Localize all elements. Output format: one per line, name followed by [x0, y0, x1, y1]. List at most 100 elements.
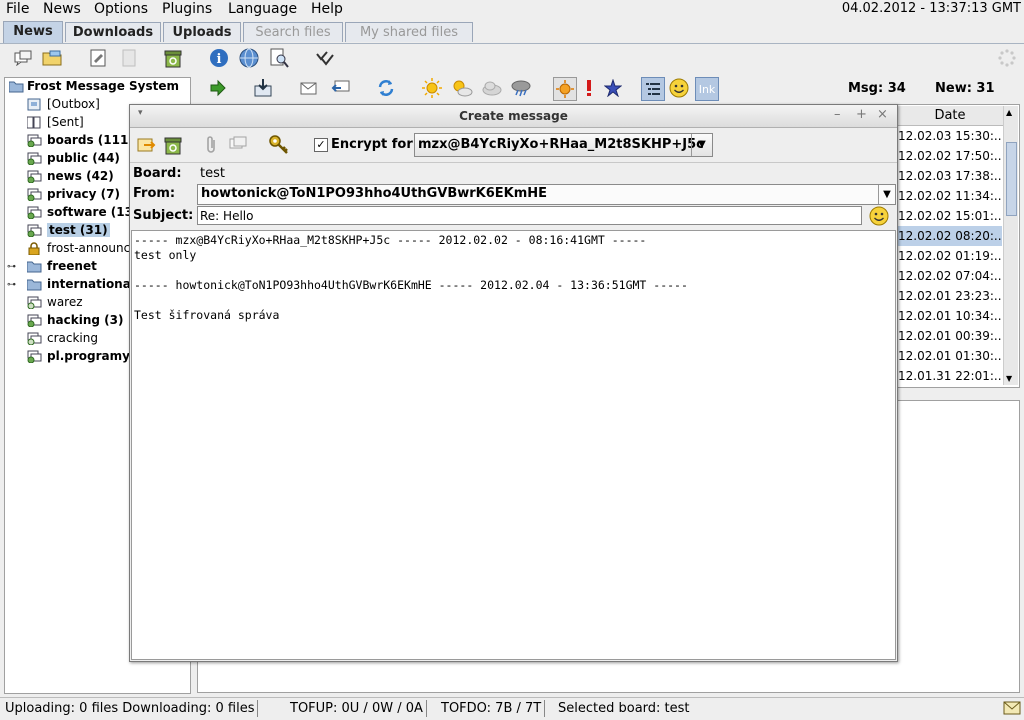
flag-important-icon[interactable]	[553, 77, 577, 101]
exclamation-icon[interactable]	[578, 77, 600, 99]
svg-text:Ink: Ink	[699, 83, 716, 96]
tree-root[interactable]: Frost Message System	[5, 78, 188, 96]
from-label: From:	[133, 186, 176, 201]
chevron-down-icon[interactable]: ▼	[691, 134, 712, 156]
encrypt-checkbox[interactable]: ✓	[314, 138, 328, 152]
close-icon[interactable]: ×	[877, 107, 888, 122]
column-header-date[interactable]: Date	[897, 106, 1003, 126]
tree-item-label: privacy (7)	[47, 187, 120, 201]
board-icon	[27, 332, 42, 346]
document-disabled-icon[interactable]	[118, 47, 140, 69]
from-chevron-down-icon[interactable]: ▼	[878, 185, 895, 204]
insert-smiley-icon[interactable]	[868, 205, 890, 227]
subject-label: Subject:	[133, 208, 194, 223]
folder-icon	[26, 278, 42, 291]
minimize-icon[interactable]: –	[834, 107, 841, 122]
attach-file-icon[interactable]	[200, 134, 222, 156]
tree-item-label: public (44)	[47, 151, 120, 165]
board-icon	[27, 206, 42, 220]
scroll-down-arrow-icon[interactable]: ▼	[1006, 374, 1012, 383]
menu-plugins[interactable]: Plugins	[162, 1, 212, 17]
info-icon[interactable]: i	[208, 47, 230, 69]
refresh-icon[interactable]	[375, 77, 397, 99]
table-row-date[interactable]: 12.02.02 08:20:...	[898, 226, 1002, 246]
folder-icon[interactable]	[41, 47, 63, 69]
table-row-date[interactable]: 12.02.02 17:50:...	[898, 146, 1002, 166]
tree-item-label: frost-announc	[47, 241, 131, 255]
thread-view-icon[interactable]	[641, 77, 665, 101]
body-line: ----- mzx@B4YcRiyXo+RHaa_M2t8SKHP+J5c --…	[134, 233, 647, 247]
weather-partly-cloudy-icon[interactable]	[451, 77, 473, 99]
table-row-date[interactable]: 12.02.01 10:34:...	[898, 306, 1002, 326]
table-row-date[interactable]: 12.02.02 01:19:...	[898, 246, 1002, 266]
encrypt-recipient-value: mzx@B4YcRiyXo+RHaa_M2t8SKHP+J5c	[418, 137, 704, 152]
new-message-icon[interactable]	[12, 47, 34, 69]
document-edit-icon[interactable]	[87, 47, 109, 69]
tab-search-files[interactable]: Search files	[243, 22, 343, 42]
table-row-date[interactable]: 12.02.02 15:01:...	[898, 206, 1002, 226]
send-message-icon[interactable]	[135, 134, 157, 156]
table-row-date[interactable]: 12.02.03 17:38:...	[898, 166, 1002, 186]
scrollbar-thumb[interactable]	[1006, 142, 1017, 216]
dialog-titlebar[interactable]: ▾ Create message – + ×	[130, 105, 897, 128]
trash-icon[interactable]	[162, 47, 184, 69]
board-icon	[27, 188, 42, 202]
table-row-date[interactable]: 12.02.01 23:23:...	[898, 286, 1002, 306]
tree-item-label: pl.programy	[47, 349, 130, 363]
tab-my-shared-files[interactable]: My shared files	[345, 22, 473, 42]
message-body-textarea[interactable]: ----- mzx@B4YcRiyXo+RHaa_M2t8SKHP+J5c --…	[131, 230, 896, 660]
expand-handle-icon[interactable]: ⊶	[7, 280, 16, 290]
board-icon	[27, 170, 42, 184]
tree-item-label: [Sent]	[47, 115, 84, 129]
globe-icon[interactable]	[238, 47, 260, 69]
tab-uploads[interactable]: Uploads	[163, 22, 241, 42]
weather-sunny-icon[interactable]	[421, 77, 443, 99]
tree-item-label: test (31)	[47, 223, 110, 237]
download-attachment-icon[interactable]	[252, 77, 274, 99]
scroll-up-arrow-icon[interactable]: ▲	[1006, 108, 1012, 117]
reply-mail-icon[interactable]	[298, 77, 320, 99]
weather-cloudy-icon[interactable]	[481, 77, 503, 99]
from-select[interactable]: howtonick@ToN1PO93hho4UthGVBwrK6EKmHE ▼	[197, 184, 896, 205]
menu-help[interactable]: Help	[311, 1, 343, 17]
menu-language[interactable]: Language	[228, 1, 297, 17]
board-icon	[27, 134, 42, 148]
table-row-date[interactable]: 12.02.03 15:30:...	[898, 126, 1002, 146]
table-row-date[interactable]: 12.02.02 11:34:...	[898, 186, 1002, 206]
status-bar: Uploading: 0 files Downloading: 0 files …	[0, 697, 1024, 720]
maximize-icon[interactable]: +	[856, 107, 867, 122]
cancel-trash-icon[interactable]	[162, 134, 184, 156]
table-row-date[interactable]: 12.02.01 00:39:...	[898, 326, 1002, 346]
message-list-scrollbar[interactable]: ▲ ▼	[1003, 106, 1018, 385]
next-arrow-icon[interactable]	[207, 77, 229, 99]
smiley-icon[interactable]	[668, 77, 690, 99]
tab-downloads[interactable]: Downloads	[65, 22, 161, 42]
menu-options[interactable]: Options	[94, 1, 148, 17]
tree-item-label: hacking (3)	[47, 313, 124, 327]
tab-news[interactable]: News	[3, 21, 63, 43]
create-message-dialog: ▾ Create message – + × ✓ Encrypt for mzx…	[129, 104, 898, 662]
subject-input[interactable]	[197, 206, 862, 225]
mark-read-icon[interactable]	[314, 47, 336, 69]
status-tofdo: TOFDO: 7B / 7T	[438, 700, 546, 717]
board-icon	[27, 98, 42, 111]
star-icon[interactable]	[602, 77, 624, 99]
encrypt-label: Encrypt for	[331, 137, 413, 152]
weather-storm-icon[interactable]	[510, 77, 532, 99]
menu-news[interactable]: News	[43, 1, 81, 17]
body-line: test only	[134, 248, 197, 262]
encrypt-recipient-select[interactable]: mzx@B4YcRiyXo+RHaa_M2t8SKHP+J5c ▼	[414, 133, 713, 157]
menu-file[interactable]: File	[6, 1, 29, 17]
table-row-date[interactable]: 12.02.01 01:30:...	[898, 346, 1002, 366]
search-document-icon[interactable]	[268, 47, 290, 69]
expand-handle-icon[interactable]: ⊶	[7, 262, 16, 272]
table-row-date[interactable]: 12.01.31 22:01:...	[898, 366, 1002, 386]
table-row-date[interactable]: 12.02.02 07:04:...	[898, 266, 1002, 286]
tree-item-label: freenet	[47, 259, 97, 273]
board-icon	[27, 296, 42, 310]
forward-mail-icon[interactable]	[330, 77, 352, 99]
ink-toggle-icon[interactable]: Ink	[695, 77, 719, 101]
attach-board-icon[interactable]	[227, 134, 249, 156]
tree-item-label: cracking	[47, 331, 98, 345]
key-icon[interactable]	[268, 134, 290, 156]
